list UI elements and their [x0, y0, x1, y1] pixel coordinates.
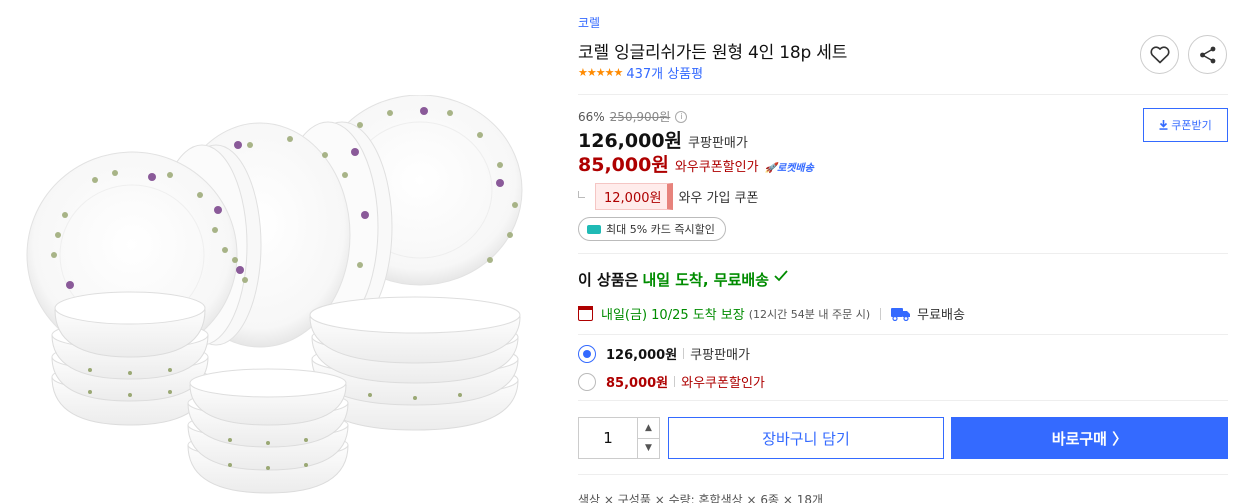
rating-row[interactable]: ★★★★★ 437개 상품평	[578, 63, 703, 82]
wow-price-label: 와우쿠폰할인가	[674, 160, 759, 175]
share-icon	[1199, 46, 1215, 63]
option-label: 쿠팡판매가	[690, 348, 750, 363]
radio-unselected[interactable]	[578, 372, 596, 391]
add-to-cart-button[interactable]: 장바구니 담기	[668, 417, 944, 459]
main-price-row: 126,000원 쿠팡판매가	[578, 126, 748, 153]
review-count-link[interactable]: 437개 상품평	[626, 63, 703, 82]
coupon-row: 12,000원 와우 가입 쿠폰	[578, 183, 758, 210]
info-icon[interactable]: i	[675, 110, 688, 123]
discount-percent: 66%	[578, 109, 605, 124]
card-discount-text: 최대 5% 카드 즉시할인	[606, 223, 715, 236]
heart-icon	[1149, 45, 1170, 63]
rocket-badge-text: 로켓배송	[777, 163, 814, 174]
card-icon	[587, 224, 601, 234]
coupon-download-button[interactable]: 쿠폰받기	[1143, 108, 1228, 142]
divider	[578, 400, 1228, 401]
star-rating-icon: ★★★★★	[578, 66, 623, 79]
dinnerware-illustration	[26, 94, 523, 494]
quantity-input[interactable]	[579, 418, 637, 458]
corner-mark-icon	[578, 191, 585, 198]
product-info-panel: 코렐 코렐 잉글리쉬가든 원형 4인 18p 세트 ★★★★★ 437개 상품평…	[578, 0, 1228, 503]
option-price: 126,000원	[606, 348, 678, 363]
arrival-cutoff: (12시간 54분 내 주문 시)	[748, 307, 871, 321]
divider	[578, 253, 1228, 254]
separator	[674, 376, 676, 387]
discount-row: 66% 250,900원 i	[578, 108, 688, 125]
download-icon	[1159, 120, 1168, 130]
buy-now-button[interactable]: 바로구매 〉	[951, 417, 1228, 459]
quantity-decrease-button[interactable]: ▼	[638, 437, 659, 459]
truck-icon	[891, 307, 911, 321]
coupon-download-label: 쿠폰받기	[1171, 119, 1212, 132]
delivery-headline-highlight: 내일 도착, 무료배송	[642, 271, 769, 289]
delivery-headline-prefix: 이 상품은	[578, 271, 639, 289]
calendar-icon	[578, 306, 593, 321]
option-price: 85,000원	[606, 376, 669, 391]
radio-selected[interactable]	[578, 344, 596, 363]
original-price: 250,900원	[609, 110, 671, 124]
product-title: 코렐 잉글리쉬가든 원형 4인 18p 세트	[578, 43, 848, 63]
main-price-label: 쿠팡판매가	[688, 136, 748, 151]
coupon-amount-tag: 12,000원	[595, 183, 674, 210]
share-button[interactable]	[1188, 35, 1227, 74]
quantity-steps: ▲ ▼	[637, 418, 659, 458]
product-image	[20, 94, 530, 500]
coupon-label: 와우 가입 쿠폰	[678, 191, 759, 206]
wishlist-button[interactable]	[1140, 35, 1179, 74]
option-summary: 색상 × 구성품 × 수량: 혼합색상 × 6종 × 18개	[578, 493, 824, 503]
price-option-wow[interactable]: 85,000원 와우쿠폰할인가	[578, 372, 765, 391]
separator	[683, 348, 685, 359]
rocket-delivery-badge: 🚀로켓배송	[764, 163, 814, 174]
price-option-regular[interactable]: 126,000원 쿠팡판매가	[578, 344, 750, 363]
wow-price-row: 85,000원 와우쿠폰할인가 🚀로켓배송	[578, 150, 814, 177]
card-discount-pill[interactable]: 최대 5% 카드 즉시할인	[578, 217, 726, 241]
delivery-detail: 내일(금) 10/25 도착 보장 (12시간 54분 내 주문 시) 무료배송	[578, 304, 965, 323]
quantity-stepper[interactable]: ▲ ▼	[578, 417, 660, 459]
check-icon	[774, 270, 788, 282]
divider	[578, 94, 1228, 95]
brand-link[interactable]: 코렐	[578, 14, 600, 31]
main-price: 126,000원	[578, 130, 683, 152]
free-shipping-label: 무료배송	[917, 308, 965, 323]
divider	[578, 474, 1228, 475]
option-label: 와우쿠폰할인가	[681, 376, 765, 391]
quantity-increase-button[interactable]: ▲	[638, 418, 659, 438]
divider	[578, 334, 1228, 335]
arrival-date: 내일(금) 10/25 도착 보장	[601, 308, 745, 323]
delivery-headline: 이 상품은 내일 도착, 무료배송	[578, 269, 789, 290]
wow-price: 85,000원	[578, 154, 669, 176]
separator	[880, 307, 882, 320]
